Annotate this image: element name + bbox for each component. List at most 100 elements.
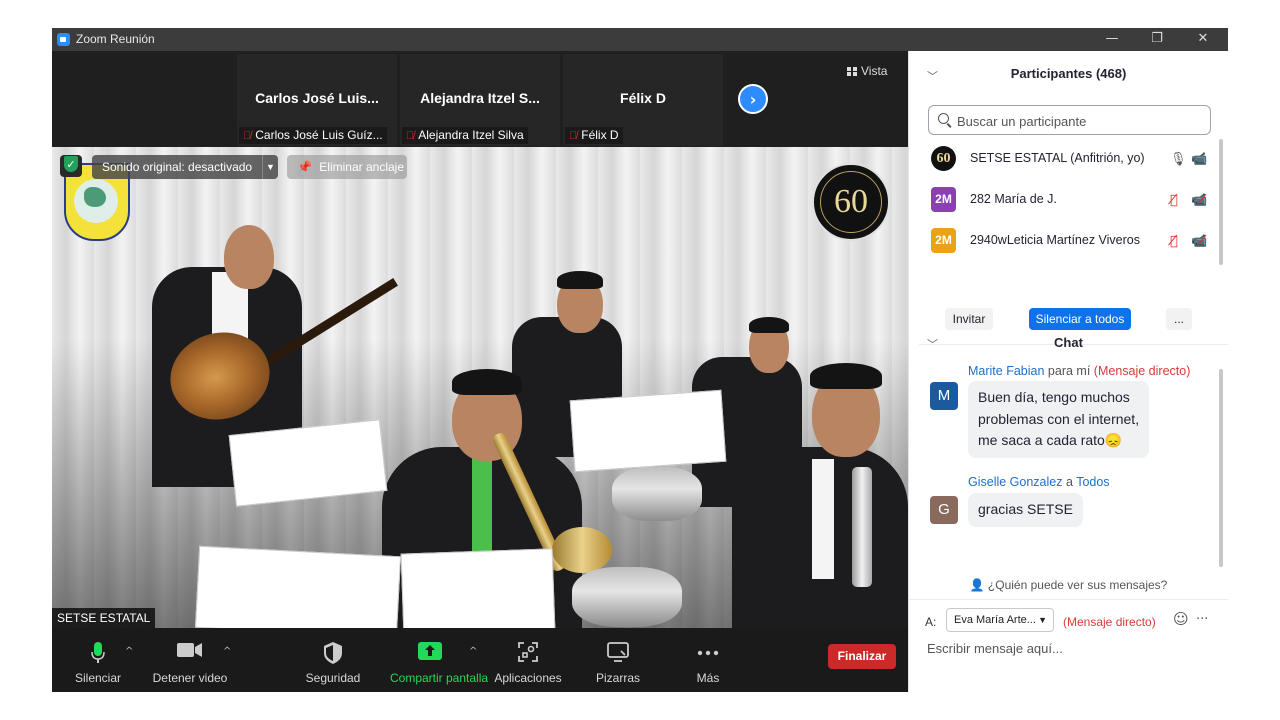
participants-scrollbar[interactable] (1219, 139, 1223, 265)
apps-button[interactable]: Aplicaciones (494, 628, 562, 692)
restore-button[interactable]: ❐ (1137, 29, 1177, 49)
recipient-select[interactable]: Eva María Arte... ▼ (946, 608, 1054, 632)
musician-hair (557, 271, 603, 289)
view-button[interactable]: Vista (847, 64, 887, 78)
muted-mic-icon[interactable]: 🎙̸ (1170, 193, 1178, 208)
participant-row[interactable]: 2M 2940wLeticia Martínez Viveros 🎙̸ 📹̸ (927, 224, 1213, 258)
video-options-caret[interactable]: ^ (223, 646, 231, 657)
invite-button[interactable]: Invitar (945, 308, 993, 330)
trumpeter-shirt (812, 459, 834, 579)
participant-name: 282 María de J. (970, 192, 1057, 206)
message-header: Marite Fabian para mí (Mensaje directo) (968, 364, 1191, 378)
minimize-button[interactable]: — (1092, 29, 1132, 49)
whiteboard-icon (607, 642, 629, 662)
zoom-app-icon (57, 33, 70, 46)
music-stand (400, 548, 556, 628)
end-meeting-button[interactable]: Finalizar (828, 644, 896, 669)
whiteboards-button[interactable]: Pizarras (596, 628, 640, 692)
tile-name: Carlos José Luis... (255, 90, 379, 106)
musician-hair (749, 317, 789, 333)
video-tile-alejandra[interactable]: Alejandra Itzel S... 🎙̸ Alejandra Itzel S… (400, 54, 560, 146)
participants-title: Participantes (468) (1010, 66, 1127, 81)
chat-title: Chat (1054, 335, 1083, 350)
more-icon (697, 650, 719, 656)
pin-icon: 📌 (297, 160, 312, 174)
video-camera-icon[interactable]: 📹 (1191, 152, 1207, 167)
active-speaker-video: 60 Sonido original: desactivado ▼ 📌 Elim… (52, 147, 908, 628)
participant-row[interactable]: 60 SETSE ESTATAL (Anfitrión, yo) 🎙 📹 (927, 142, 1213, 176)
video-off-icon[interactable]: 📹̸ (1191, 193, 1207, 208)
tile-name: Alejandra Itzel S... (420, 90, 540, 106)
message-header: Giselle Gonzalez a Todos (968, 475, 1110, 489)
meeting-stage: Carlos José Luis... 🎙̸ Carlos José Luis G… (52, 51, 908, 692)
participant-avatar: 60 (931, 146, 956, 171)
trumpeter-hair (810, 363, 882, 389)
stop-video-button[interactable]: Detener video (153, 628, 227, 692)
chevron-down-icon[interactable]: ▼ (262, 155, 278, 179)
video-camera-icon (177, 643, 202, 657)
bass-drum (572, 567, 682, 627)
emoji-icon[interactable]: ☺ (1173, 610, 1189, 628)
more-button[interactable]: Más (688, 628, 728, 692)
direct-message-label: (Mensaje directo) (1063, 615, 1156, 629)
music-stand (569, 389, 727, 473)
tile-footer: 🎙̸ Alejandra Itzel Silva (402, 127, 528, 144)
participant-avatar: 2M (931, 228, 956, 253)
video-tile-carlos[interactable]: Carlos José Luis... 🎙̸ Carlos José Luis G… (237, 54, 397, 146)
close-button[interactable]: ✕ (1183, 29, 1223, 49)
participants-more-button[interactable]: ... (1166, 308, 1192, 330)
green-tie (472, 457, 492, 557)
tile-footer: 🎙̸ Félix D (565, 127, 623, 144)
participant-row[interactable]: 2M 282 María de J. 🎙̸ 📹̸ (927, 183, 1213, 217)
chat-compose-input[interactable] (925, 637, 1219, 659)
encryption-shield-icon[interactable] (60, 155, 82, 177)
search-icon (938, 113, 949, 124)
video-tile-felix[interactable]: Félix D 🎙̸ Félix D (563, 54, 723, 146)
tile-name: Félix D (620, 90, 666, 106)
share-screen-icon (418, 642, 442, 660)
original-sound-button[interactable]: Sonido original: desactivado ▼ (92, 155, 278, 179)
chat-scrollbar[interactable] (1219, 369, 1223, 567)
chat-message-bubble: gracias SETSE (968, 493, 1083, 527)
recipient-label: A: (925, 615, 937, 629)
share-options-caret[interactable]: ^ (469, 646, 477, 657)
video-off-icon[interactable]: 📹̸ (1191, 234, 1207, 249)
logo-number: 60 (834, 183, 868, 220)
chat-more-icon[interactable]: ··· (1196, 612, 1208, 627)
chevron-down-icon: ▼ (1038, 615, 1047, 625)
person-lock-icon: 👤 (969, 578, 985, 592)
share-screen-button[interactable]: Compartir pantalla (390, 628, 488, 692)
side-panel: ﹀ Participantes (468) 60 SETSE ESTATAL (… (908, 51, 1228, 692)
grid-view-icon (847, 67, 857, 76)
chat-message-bubble: Buen día, tengo muchos problemas con el … (968, 381, 1150, 458)
window-title: Zoom Reunión (76, 32, 155, 46)
muted-mic-icon[interactable]: 🎙̸ (1170, 234, 1178, 249)
chat-avatar: G (930, 496, 958, 524)
participant-name: SETSE ESTATAL (Anfitrión, yo) (970, 151, 1145, 165)
trombonist-hair (452, 369, 522, 395)
drum (612, 467, 702, 521)
chat-avatar: M (930, 382, 958, 410)
speaker-name-tag: SETSE ESTATAL (52, 608, 156, 628)
participant-avatar: 2M (931, 187, 956, 212)
trumpet (852, 467, 872, 587)
mute-options-caret[interactable]: ^ (125, 646, 133, 657)
security-button[interactable]: Seguridad (306, 628, 360, 692)
who-can-see-link[interactable]: 👤 ¿Quién puede ver sus mensajes? (909, 578, 1228, 592)
music-stand (228, 419, 388, 507)
microphone-icon[interactable]: 🎙 (1170, 152, 1187, 167)
music-stand (194, 545, 402, 628)
zoom-window: Zoom Reunión — ❐ ✕ Carlos José Luis... 🎙… (52, 28, 1228, 692)
shield-icon (324, 642, 342, 664)
participant-name: 2940wLeticia Martínez Viveros (970, 233, 1140, 247)
participant-search-input[interactable] (955, 110, 1209, 132)
mute-all-button[interactable]: Silenciar a todos (1029, 308, 1131, 330)
participant-search-box[interactable] (928, 105, 1211, 135)
next-page-button[interactable]: › (738, 84, 768, 114)
unpin-button[interactable]: 📌 Eliminar anclaje (287, 155, 407, 179)
muted-mic-icon: 🎙̸ (569, 130, 578, 142)
meeting-toolbar: Silenciar ^ Detener video ^ Seguridad Co… (52, 628, 908, 692)
title-bar: Zoom Reunión — ❐ ✕ (52, 28, 1228, 51)
guitarist-head (224, 225, 274, 289)
mute-button[interactable]: Silenciar (75, 628, 121, 692)
